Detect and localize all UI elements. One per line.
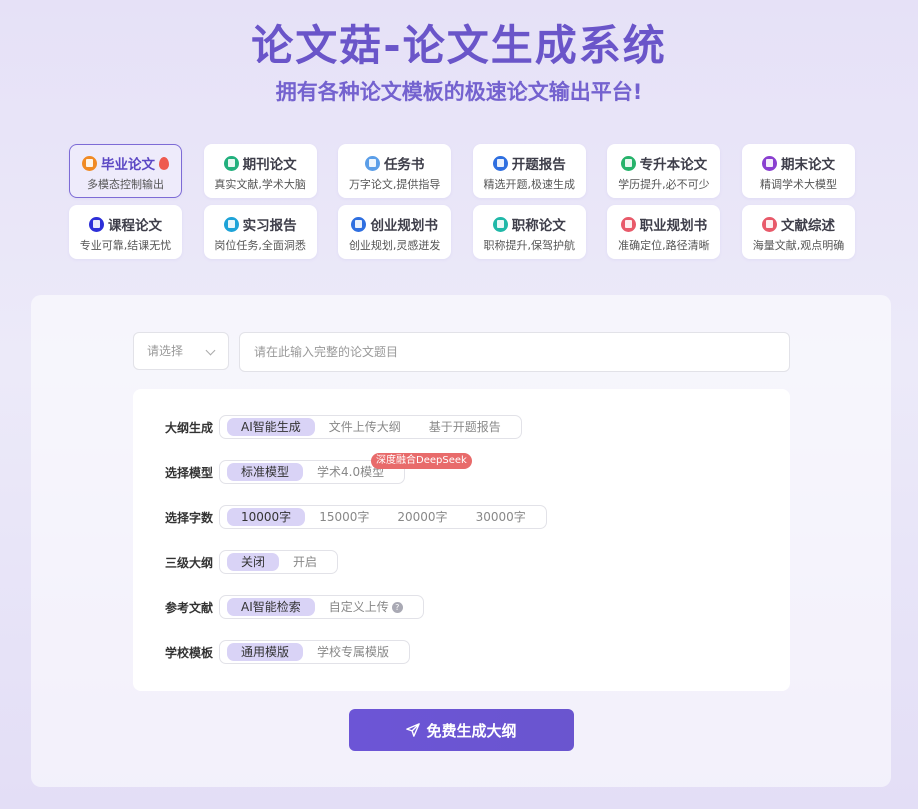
help-icon[interactable]: ? <box>391 602 403 613</box>
doc-icon <box>223 216 239 232</box>
row-label: 大纲生成 <box>165 420 214 435</box>
row-label: 选择模型 <box>165 465 214 480</box>
level3-segment: 关闭 开启 <box>219 550 339 574</box>
outline-row: 大纲生成 AI智能生成 文件上传大纲 基于开题报告 <box>133 415 522 439</box>
option[interactable]: 文件上传大纲 <box>315 418 415 436</box>
category-card[interactable]: 专升本论文 学历提升,必不可少 <box>607 144 721 198</box>
category-name: 职称论文 <box>511 218 566 234</box>
category-desc: 真实文献,学术大脑 <box>214 178 306 191</box>
category-card[interactable]: 期刊论文 真实文献,学术大脑 <box>203 144 317 198</box>
category-desc: 职称提升,保驾护航 <box>483 239 576 252</box>
template-segment: 通用模版 学校专属模版 <box>219 640 411 664</box>
page-title: 论文菇-论文生成系统 <box>251 21 667 70</box>
row-label: 参考文献 <box>165 600 214 615</box>
words-row: 选择字数 10000字 15000字 20000字 30000字 <box>133 505 547 529</box>
doc-icon <box>620 155 636 171</box>
option[interactable]: AI智能生成 <box>227 418 315 436</box>
category-name: 文献综述 <box>780 218 835 234</box>
category-card[interactable]: 文献综述 海量文献,观点明确 <box>741 205 855 259</box>
option[interactable]: 关闭 <box>227 553 280 571</box>
doc-icon <box>492 216 508 232</box>
words-segment: 10000字 15000字 20000字 30000字 <box>219 505 547 529</box>
doc-icon <box>620 216 636 232</box>
option[interactable]: 30000字 <box>462 508 540 526</box>
doc-icon <box>351 216 367 232</box>
option[interactable]: 15000字 <box>305 508 383 526</box>
category-name: 开题报告 <box>511 157 566 173</box>
category-desc: 万字论文,提供指导 <box>348 178 441 191</box>
option[interactable]: 学校专属模版 <box>303 643 403 661</box>
option[interactable]: 开启 <box>279 553 331 571</box>
category-desc: 创业规划,灵感迸发 <box>348 239 441 252</box>
category-card[interactable]: 职称论文 职称提升,保驾护航 <box>472 205 586 259</box>
category-name: 实习报告 <box>242 218 297 234</box>
row-label: 选择字数 <box>165 510 214 525</box>
option[interactable]: 自定义上传? <box>315 598 417 616</box>
doc-icon <box>761 216 777 232</box>
category-card[interactable]: 期末论文 精调学术大模型 <box>741 144 855 198</box>
category-grid: 毕业论文 多模态控制输出 期刊论文 真实文献,学术大脑 任务书 万字论文,提供指… <box>69 144 855 259</box>
type-select[interactable]: 请选择 <box>133 332 229 370</box>
refs-row: 参考文献 AI智能检索 自定义上传? <box>133 595 424 619</box>
category-desc: 准确定位,路径清晰 <box>618 239 710 252</box>
options-form: 大纲生成 AI智能生成 文件上传大纲 基于开题报告 选择模型 标准模型 学术4.… <box>133 389 790 691</box>
send-icon <box>406 723 421 737</box>
doc-icon <box>89 216 104 232</box>
page-subtitle: 拥有各种论文模板的极速论文输出平台! <box>275 80 643 104</box>
category-name: 专升本论文 <box>639 157 708 173</box>
category-desc: 精选开题,极速生成 <box>483 178 576 191</box>
option[interactable]: AI智能检索 <box>227 598 315 616</box>
model-row: 选择模型 标准模型 学术4.0模型 <box>133 460 406 484</box>
doc-icon <box>364 155 380 171</box>
category-name: 任务书 <box>383 157 425 173</box>
topic-input[interactable]: 请在此输入完整的论文题目 <box>239 332 790 372</box>
generate-outline-button[interactable]: 免费生成大纲 <box>349 709 574 751</box>
chevron-down-icon <box>205 345 216 356</box>
generate-button-label: 免费生成大纲 <box>426 721 517 740</box>
option[interactable]: 20000字 <box>383 508 461 526</box>
category-name: 毕业论文 <box>101 157 155 173</box>
category-desc: 多模态控制输出 <box>87 178 164 191</box>
category-card[interactable]: 职业规划书 准确定位,路径清晰 <box>607 205 721 259</box>
outline-segment: AI智能生成 文件上传大纲 基于开题报告 <box>219 415 522 439</box>
category-card[interactable]: 课程论文 专业可靠,结课无忧 <box>69 205 182 259</box>
doc-icon <box>761 155 777 171</box>
category-name: 期刊论文 <box>242 157 297 173</box>
category-name: 创业规划书 <box>370 218 438 234</box>
template-row: 学校模板 通用模版 学校专属模版 <box>133 640 411 664</box>
category-name: 课程论文 <box>108 218 162 234</box>
category-desc: 岗位任务,全面洞悉 <box>214 239 306 252</box>
doc-icon <box>82 155 97 171</box>
category-card[interactable]: 实习报告 岗位任务,全面洞悉 <box>203 205 317 259</box>
fire-icon <box>159 156 169 170</box>
doc-icon <box>492 155 508 171</box>
row-label: 三级大纲 <box>165 555 214 570</box>
category-card[interactable]: 开题报告 精选开题,极速生成 <box>472 144 586 198</box>
category-desc: 专业可靠,结课无忧 <box>79 239 172 252</box>
category-name: 期末论文 <box>780 157 835 173</box>
deepseek-badge: 深度融合DeepSeek <box>371 453 472 469</box>
category-card[interactable]: 毕业论文 多模态控制输出 <box>69 144 182 198</box>
select-value: 请选择 <box>147 344 184 358</box>
category-desc: 精调学术大模型 <box>759 178 837 191</box>
level3-row: 三级大纲 关闭 开启 <box>133 550 339 574</box>
option[interactable]: 通用模版 <box>227 643 304 661</box>
option-label: 自定义上传 <box>328 600 389 614</box>
category-name: 职业规划书 <box>639 218 708 234</box>
option[interactable]: 基于开题报告 <box>415 418 515 436</box>
option[interactable]: 10000字 <box>227 508 306 526</box>
category-card[interactable]: 创业规划书 创业规划,灵感迸发 <box>338 205 452 259</box>
row-label: 学校模板 <box>165 645 214 660</box>
option[interactable]: 标准模型 <box>227 463 304 481</box>
category-card[interactable]: 任务书 万字论文,提供指导 <box>338 144 452 198</box>
doc-icon <box>223 155 239 171</box>
category-desc: 海量文献,观点明确 <box>752 239 845 252</box>
category-desc: 学历提升,必不可少 <box>618 178 710 191</box>
refs-segment: AI智能检索 自定义上传? <box>219 595 424 619</box>
